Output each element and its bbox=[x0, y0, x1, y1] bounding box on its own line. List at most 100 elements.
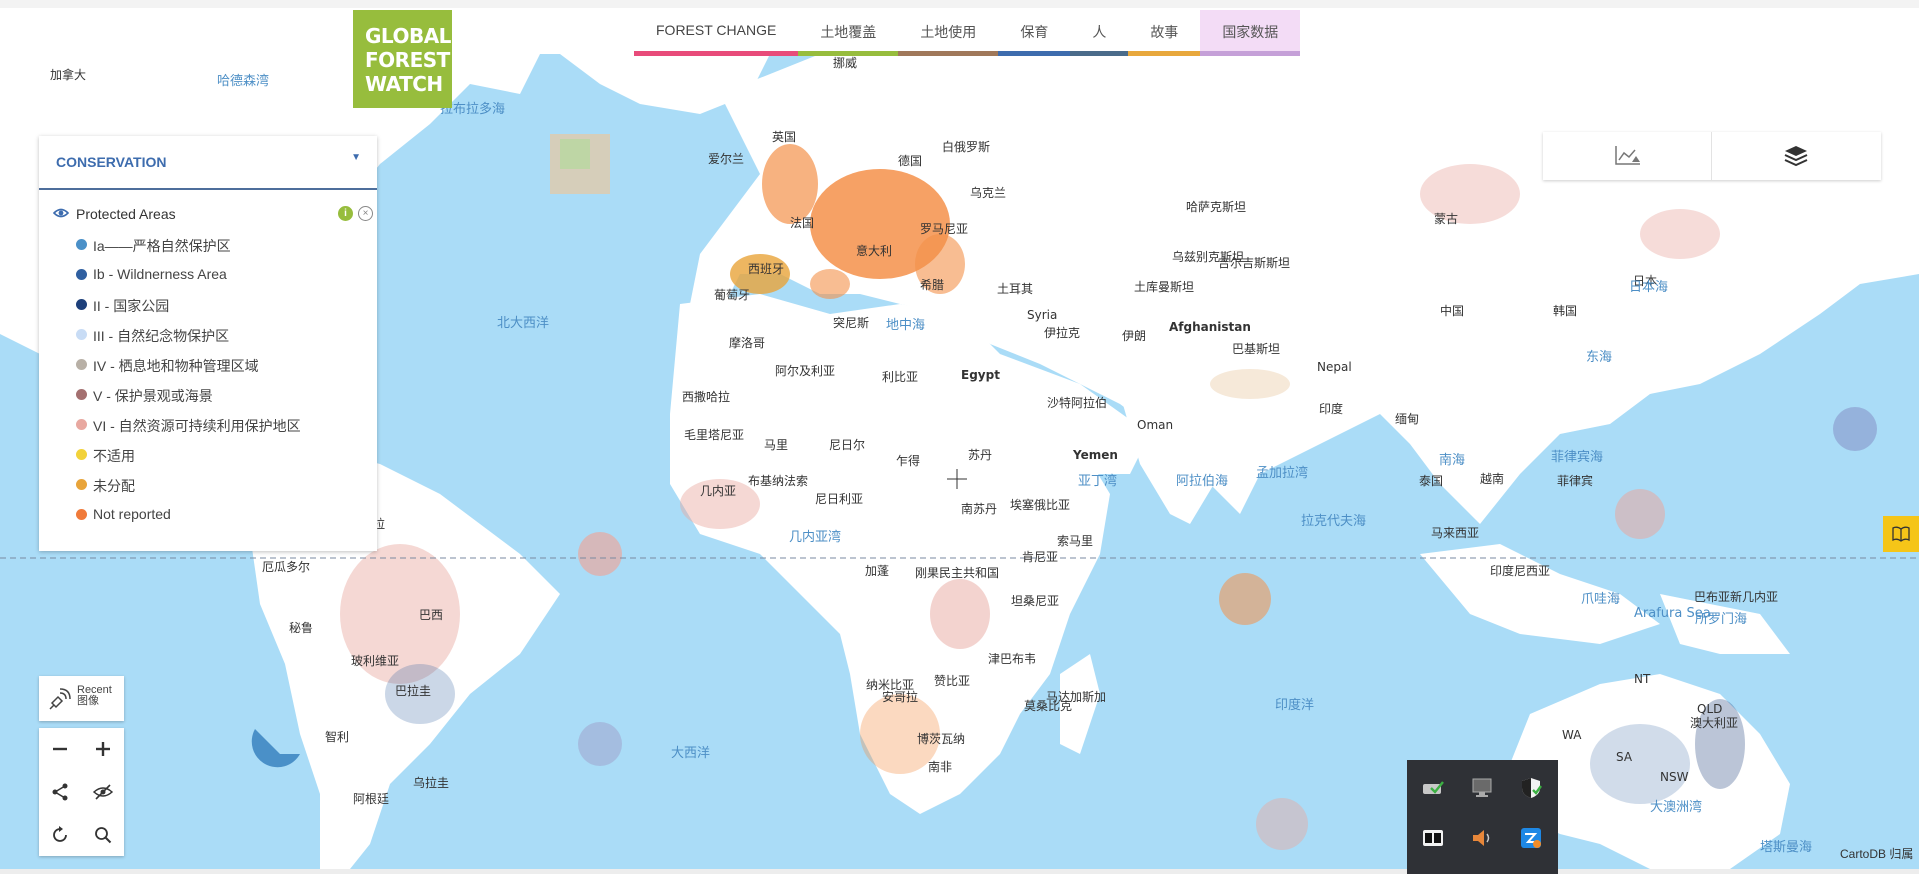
map-label: NSW bbox=[1660, 770, 1689, 784]
map-label: 法国 bbox=[790, 216, 815, 230]
map-label: 智利 bbox=[325, 730, 350, 744]
map-label: 希腊 bbox=[920, 278, 945, 292]
map-label: 所罗门海 bbox=[1695, 612, 1748, 627]
legend-swatch bbox=[76, 449, 87, 460]
app-tray-icon[interactable] bbox=[1519, 826, 1543, 850]
map-label: 加拿大 bbox=[50, 68, 87, 82]
volume-icon[interactable] bbox=[1470, 826, 1494, 850]
minus-icon bbox=[53, 747, 67, 751]
map-label: 肯尼亚 bbox=[1022, 550, 1059, 564]
map-label: 突尼斯 bbox=[833, 316, 870, 330]
map-label: 意大利 bbox=[856, 244, 893, 258]
map-label: 西撒哈拉 bbox=[682, 390, 731, 404]
map-attribution[interactable]: CartoDB 归属 bbox=[1840, 845, 1913, 862]
legend-swatch bbox=[76, 479, 87, 490]
map-label: 利比亚 bbox=[882, 370, 919, 384]
map-label: 爱尔兰 bbox=[708, 152, 745, 166]
map-label: 葡萄牙 bbox=[714, 288, 751, 302]
map-label: 阿拉伯海 bbox=[1176, 474, 1229, 489]
map-label: 南海 bbox=[1439, 453, 1466, 468]
map-label: 博茨瓦纳 bbox=[917, 732, 966, 746]
main-nav: FOREST CHANGE 土地覆盖 土地使用 保育 人 故事 国家数据 bbox=[634, 10, 1301, 56]
legend-swatch bbox=[76, 389, 87, 400]
legend-swatch bbox=[76, 359, 87, 370]
map-label: 白俄罗斯 bbox=[942, 140, 991, 154]
map-label: 布基纳法索 bbox=[748, 474, 809, 488]
nav-conservation[interactable]: 保育 bbox=[998, 10, 1071, 56]
map-label: 毛里塔尼亚 bbox=[684, 428, 745, 442]
layers-icon bbox=[1784, 146, 1808, 167]
map-label: 沙特阿拉伯 bbox=[1047, 396, 1108, 410]
chevron-down-icon[interactable]: ▼ bbox=[351, 152, 361, 163]
story-tab[interactable] bbox=[1883, 516, 1919, 552]
zoom-out-button[interactable] bbox=[39, 728, 81, 770]
analysis-button[interactable] bbox=[1543, 132, 1712, 180]
map-label: 阿尔及利亚 bbox=[775, 364, 836, 378]
map-label: 阿根廷 bbox=[353, 792, 390, 806]
map-label: 加蓬 bbox=[865, 564, 890, 578]
zoom-in-button[interactable] bbox=[82, 728, 124, 770]
map-label: 尼日利亚 bbox=[815, 492, 864, 506]
map-label: 西班牙 bbox=[748, 262, 785, 276]
map-label: 巴拉圭 bbox=[395, 684, 432, 698]
map-label: QLD bbox=[1697, 702, 1723, 716]
eye-off-icon bbox=[93, 784, 113, 800]
info-icon[interactable]: i bbox=[338, 206, 353, 221]
layers-button[interactable] bbox=[1712, 132, 1881, 180]
map-label: 罗马尼亚 bbox=[920, 222, 969, 236]
map-label: 坦桑尼亚 bbox=[1011, 594, 1060, 608]
gfw-logo[interactable]: GLOBAL FOREST WATCH bbox=[353, 10, 452, 108]
map-label: 索马里 bbox=[1057, 534, 1094, 548]
map-label: Afghanistan bbox=[1169, 320, 1251, 334]
map-label: 英国 bbox=[772, 130, 797, 144]
nav-land-use[interactable]: 土地使用 bbox=[898, 10, 999, 56]
map-label: 马里 bbox=[764, 438, 789, 452]
map-label: 马达加斯加 bbox=[1046, 690, 1107, 704]
map-label: WA bbox=[1562, 728, 1582, 742]
logo-line-3: WATCH bbox=[365, 72, 443, 96]
map-label: 赞比亚 bbox=[934, 674, 971, 688]
nav-people[interactable]: 人 bbox=[1070, 10, 1129, 56]
share-button[interactable] bbox=[39, 771, 81, 813]
legend-item-label: V - 保护景观或海景 bbox=[93, 388, 213, 404]
legend-swatch bbox=[76, 419, 87, 430]
security-shield-icon[interactable] bbox=[1519, 776, 1543, 800]
legend-swatch bbox=[76, 239, 87, 250]
map-label: 纳米比亚 bbox=[866, 678, 915, 692]
map-label: 巴布亚新几内亚 bbox=[1694, 590, 1779, 604]
drive-check-icon[interactable] bbox=[1421, 776, 1445, 800]
bottom-strip bbox=[0, 869, 1919, 874]
eye-icon[interactable] bbox=[53, 208, 69, 218]
map-label: 刚果民主共和国 bbox=[915, 566, 1000, 580]
map-label: 大澳洲湾 bbox=[1650, 800, 1703, 815]
nav-stories[interactable]: 故事 bbox=[1128, 10, 1201, 56]
nav-forest-change[interactable]: FOREST CHANGE bbox=[634, 10, 799, 56]
recent-imagery-label: Recent 图像 bbox=[77, 684, 112, 707]
nav-land-cover[interactable]: 土地覆盖 bbox=[798, 10, 899, 56]
map-label: 南苏丹 bbox=[961, 502, 998, 516]
search-button[interactable] bbox=[82, 814, 124, 856]
map-label: 塔斯曼海 bbox=[1760, 840, 1813, 855]
map-label: 地中海 bbox=[886, 318, 926, 333]
legend-item-label: 不适用 bbox=[93, 448, 135, 464]
map-label: 苏丹 bbox=[968, 448, 993, 462]
map-label: Egypt bbox=[961, 368, 1000, 382]
reset-button[interactable] bbox=[39, 814, 81, 856]
legend-item-label: 未分配 bbox=[93, 478, 135, 494]
map-label: 日本海 bbox=[1629, 280, 1669, 295]
map-label: 哈萨克斯坦 bbox=[1186, 200, 1247, 214]
map-label: 北大西洋 bbox=[497, 316, 550, 331]
chart-analysis-icon bbox=[1615, 146, 1640, 165]
close-icon[interactable]: × bbox=[358, 206, 373, 221]
recent-imagery-button[interactable]: Recent 图像 bbox=[39, 676, 124, 721]
nav-country-data[interactable]: 国家数据 bbox=[1200, 10, 1301, 56]
map-label: 缅甸 bbox=[1395, 412, 1420, 426]
legend-header[interactable]: CONSERVATION ▼ bbox=[39, 136, 377, 190]
map-label: 秘鲁 bbox=[289, 621, 314, 635]
map-label: Nepal bbox=[1317, 360, 1352, 374]
map-label: 泰国 bbox=[1419, 474, 1444, 488]
map-label: 大西洋 bbox=[671, 746, 711, 761]
hide-ui-button[interactable] bbox=[82, 771, 124, 813]
network-icon[interactable] bbox=[1470, 776, 1494, 800]
display-app-icon[interactable] bbox=[1421, 826, 1445, 850]
